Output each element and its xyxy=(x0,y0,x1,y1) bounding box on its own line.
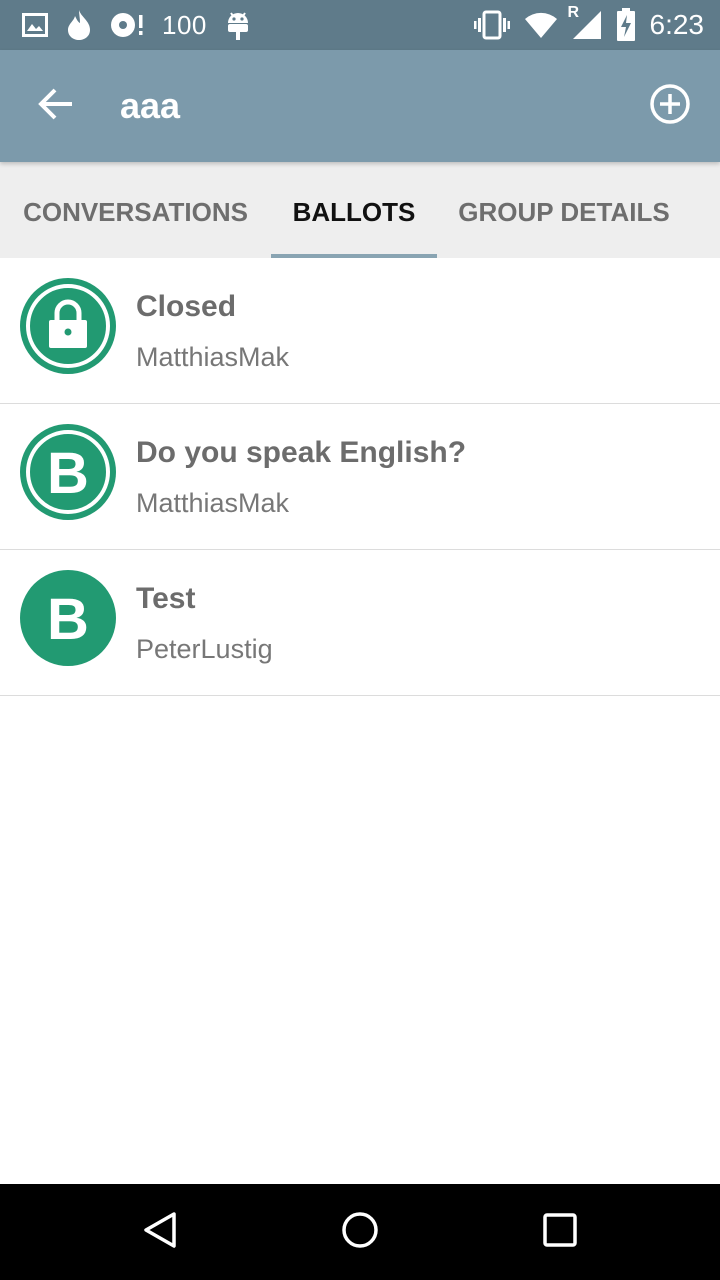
navigation-bar xyxy=(0,1184,720,1280)
roaming-label: R xyxy=(567,4,580,21)
avatar-letter: B xyxy=(47,440,89,506)
disc-alert-icon xyxy=(110,11,144,39)
avatar-letter: B xyxy=(47,586,89,652)
status-time: 6:23 xyxy=(649,9,705,40)
ballot-list: Closed MatthiasMak B Do you speak Englis… xyxy=(0,258,720,696)
avatar: B xyxy=(20,424,116,520)
ballot-title: Test xyxy=(136,582,196,615)
tab-group-details[interactable]: GROUP DETAILS xyxy=(437,162,691,258)
list-item[interactable]: Closed MatthiasMak xyxy=(0,258,720,404)
battery-charging-icon xyxy=(616,8,636,42)
nav-back-button[interactable] xyxy=(130,1202,190,1262)
tab-bar: CONVERSATIONS BALLOTS GROUP DETAILS xyxy=(0,162,720,258)
nav-home-button[interactable] xyxy=(330,1202,390,1262)
avatar: B xyxy=(20,570,116,666)
list-item[interactable]: B Test PeterLustig xyxy=(0,550,720,696)
add-circle-icon xyxy=(649,83,691,130)
add-ballot-button[interactable] xyxy=(640,78,700,134)
status-bar: 100 R 6:23 xyxy=(0,0,720,50)
tab-ballots[interactable]: BALLOTS xyxy=(271,162,437,258)
ballot-title: Do you speak English? xyxy=(136,436,467,469)
page-title: aaa xyxy=(120,85,181,126)
wifi-icon xyxy=(524,11,558,39)
signal-icon: R xyxy=(568,4,602,40)
avatar xyxy=(20,278,116,374)
ballot-author: PeterLustig xyxy=(136,634,273,664)
app-bar: aaa xyxy=(0,50,720,162)
back-button[interactable] xyxy=(28,78,84,134)
circle-home-icon xyxy=(340,1210,380,1255)
tab-conversations[interactable]: CONVERSATIONS xyxy=(0,162,271,258)
vibrate-icon xyxy=(473,10,510,40)
lock-icon xyxy=(45,298,91,355)
android-icon xyxy=(225,9,251,41)
ballot-author: MatthiasMak xyxy=(136,342,290,372)
nav-recents-button[interactable] xyxy=(530,1202,590,1262)
arrow-back-icon xyxy=(38,87,74,126)
square-recents-icon xyxy=(540,1210,580,1255)
ballot-title: Closed xyxy=(136,290,237,323)
flame-icon xyxy=(66,9,92,41)
battery-level-text: 100 xyxy=(162,9,207,40)
triangle-back-icon xyxy=(140,1210,180,1255)
list-item[interactable]: B Do you speak English? MatthiasMak xyxy=(0,404,720,550)
ballot-author: MatthiasMak xyxy=(136,488,290,518)
image-icon xyxy=(22,13,48,37)
